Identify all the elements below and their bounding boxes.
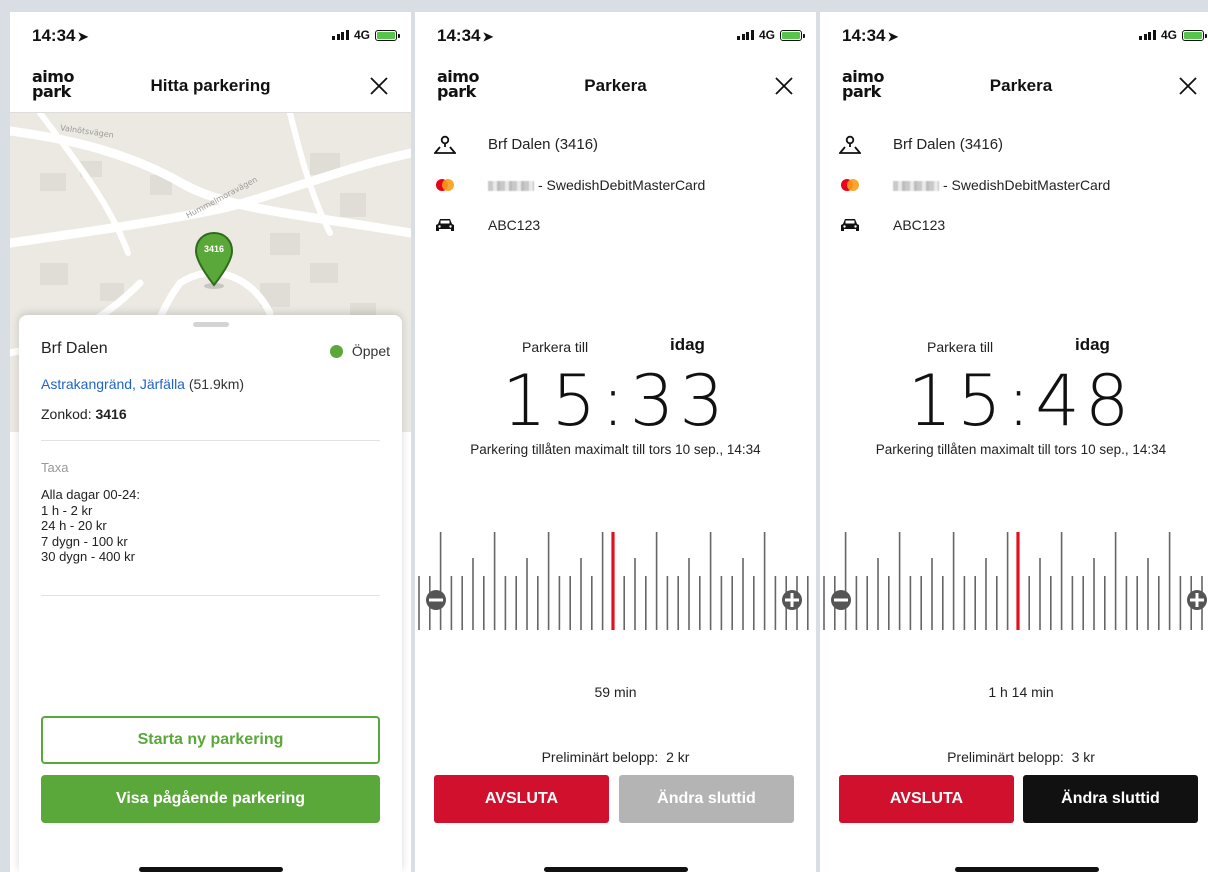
end-parking-button[interactable]: AVSLUTA [434, 775, 609, 823]
signal-icon [1139, 30, 1156, 40]
car-icon [433, 215, 457, 235]
status-bar: 14:34 ➤ 4G [415, 12, 816, 60]
show-ongoing-parking-button[interactable]: Visa pågående parkering [41, 775, 380, 823]
network-label: 4G [353, 28, 370, 42]
close-icon[interactable] [1176, 74, 1200, 98]
location-address: Astrakangränd, Järfälla (51.9km) [41, 376, 245, 392]
open-status: Öppet [329, 343, 390, 359]
max-time-text: Parkering tillåten maximalt till tors 10… [875, 442, 1167, 457]
zone-code: Zonkod: 3416 [41, 406, 127, 422]
page-title: Hitta parkering [150, 76, 271, 95]
status-time: 14:34 ➤ [437, 26, 494, 45]
divider [41, 440, 380, 441]
vehicle-row: ABC123 [433, 215, 540, 235]
location-arrow-icon: ➤ [77, 29, 89, 44]
location-arrow-icon: ➤ [482, 29, 494, 44]
preliminary-price: Preliminärt belopp: 3 kr [947, 749, 1095, 765]
preliminary-price: Preliminärt belopp: 2 kr [541, 749, 690, 765]
map-pin-person-icon [838, 134, 862, 154]
network-label: 4G [758, 28, 775, 42]
change-end-time-button[interactable]: Ändra sluttid [1023, 775, 1198, 823]
status-time: 14:34 ➤ [842, 26, 899, 45]
park-until-label: Parkera till [522, 339, 589, 355]
park-day: idag [670, 335, 705, 354]
duration-text: 1 h 14 min [988, 684, 1054, 700]
nav-bar: aimo park Parkera [820, 60, 1208, 112]
address-link[interactable]: Astrakangränd, Järfälla [41, 376, 185, 392]
park-until-label: Parkera till [927, 339, 994, 355]
duration-text: 59 min [594, 684, 637, 700]
status-bar: 14:34 ➤ 4G [10, 12, 411, 60]
page-title: Parkera [584, 76, 647, 95]
payment-row: - SwedishDebitMasterCard [433, 175, 705, 195]
nav-bar: aimo park Hitta parkering [10, 60, 411, 112]
nav-bar: aimo park Parkera [415, 60, 816, 112]
park-day: idag [1075, 335, 1110, 354]
sheet-grabber[interactable] [192, 322, 229, 327]
map-marker-icon[interactable] [193, 231, 235, 289]
location-arrow-icon: ➤ [887, 29, 899, 44]
vehicle-row: ABC123 [838, 215, 945, 235]
car-icon [838, 215, 862, 235]
status-bar: 14:34 ➤ 4G [820, 12, 1208, 60]
location-name: Brf Dalen [41, 340, 108, 357]
battery-icon [375, 29, 400, 41]
screen-find-parking: 14:34 ➤ 4G aimo park Hitta parkering Val… [10, 12, 411, 872]
home-indicator[interactable] [543, 867, 688, 872]
start-parking-button[interactable]: Starta ny parkering [41, 716, 380, 764]
end-time: 15:48 [907, 360, 1135, 442]
battery-icon [1182, 29, 1207, 41]
location-sheet: Brf Dalen Öppet Astrakangränd, Järfälla … [19, 315, 402, 872]
change-end-time-button[interactable]: Ändra sluttid [619, 775, 794, 823]
close-icon[interactable] [772, 74, 796, 98]
end-parking-button[interactable]: AVSLUTA [839, 775, 1014, 823]
page-title: Parkera [989, 76, 1053, 95]
network-label: 4G [1160, 28, 1177, 42]
map-pin-person-icon [433, 134, 457, 154]
max-time-text: Parkering tillåten maximalt till tors 10… [470, 442, 761, 457]
tariff-label: Taxa [41, 460, 69, 475]
location-row: Brf Dalen (3416) [433, 134, 598, 154]
payment-row: - SwedishDebitMasterCard [838, 175, 1110, 195]
status-dot-icon [329, 344, 343, 358]
mastercard-icon [838, 175, 862, 195]
time-ruler-slider[interactable] [820, 532, 1208, 642]
masked-card-number [893, 181, 939, 192]
end-time: 15:33 [502, 360, 729, 442]
close-icon[interactable] [367, 74, 391, 98]
map-marker-label: 3416 [203, 244, 225, 254]
divider [41, 595, 380, 596]
home-indicator[interactable] [138, 867, 283, 872]
screen-park-3: 14:34 ➤ 4G aimo park Parkera Brf Dalen (34… [820, 12, 1208, 872]
time-ruler-slider[interactable] [415, 532, 816, 642]
mastercard-icon [433, 175, 457, 195]
status-time: 14:34 ➤ [32, 26, 89, 45]
tariff-list: Alla dagar 00-24: 1 h - 2 kr 24 h - 20 k… [41, 487, 141, 564]
screen-park-2: 14:34 ➤ 4G aimo park Parkera Brf Dalen (34… [415, 12, 816, 872]
signal-icon [737, 30, 754, 40]
home-indicator[interactable] [955, 867, 1099, 872]
location-row: Brf Dalen (3416) [838, 134, 1003, 154]
signal-icon [332, 30, 349, 40]
battery-icon [780, 29, 805, 41]
masked-card-number [488, 181, 534, 192]
